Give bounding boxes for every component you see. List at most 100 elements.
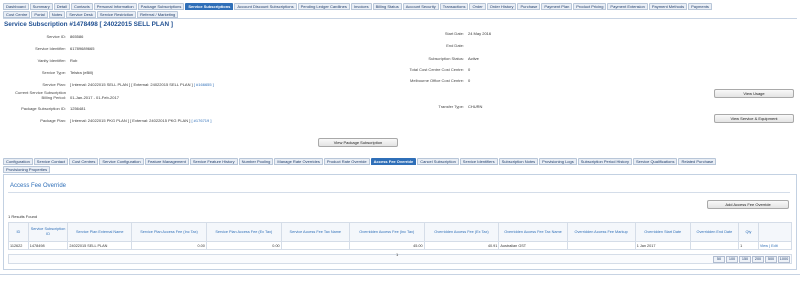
tab-service-subscriptions[interactable]: Service Subscriptions	[185, 3, 234, 10]
row-actions-view-edit[interactable]: View | Edit	[757, 241, 793, 250]
start-date-label: Start Date:	[444, 31, 464, 36]
column-header-overridden-access-fee-ex-tax[interactable]: Overridden Access Fee (Ex Tax)	[423, 222, 500, 242]
tab-contacts[interactable]: Contacts	[70, 3, 93, 10]
tab-order[interactable]: Order	[469, 3, 486, 10]
subtab-service-qualifications[interactable]: Service Qualifications	[633, 158, 678, 165]
service-identifier-value: 61789689665	[70, 46, 95, 51]
tab-portal[interactable]: Portal	[31, 11, 48, 18]
tab-service-restriction[interactable]: Service Restriction	[96, 11, 137, 18]
cell-overridden-access-fee-markup	[566, 241, 636, 250]
service-plan-value: [ Internal: 24022015 SELL PLAN ] [ Exter…	[70, 82, 214, 87]
view-service-equipment-button[interactable]: View Service & Equipment	[714, 114, 794, 123]
subtab-number-pooling[interactable]: Number Pooling	[238, 158, 274, 165]
billing-period-value: 01-Jan-2017 - 01-Feb-2017	[70, 95, 119, 100]
subscription-status-value: Active	[468, 56, 479, 61]
subtab-service-feature-history[interactable]: Service Feature History	[189, 158, 238, 165]
tab-cost-centre[interactable]: Cost Centre	[3, 11, 31, 18]
subtab-configuration[interactable]: Configuration	[3, 158, 33, 165]
package-plan-link[interactable]: [ #176719 ]	[191, 118, 211, 123]
view-usage-button[interactable]: View Usage	[714, 89, 794, 98]
vanity-identifier-label: Vanity Identifier:	[37, 58, 66, 63]
tab-purchase[interactable]: Purchase	[517, 3, 541, 10]
subtab-access-fee-override[interactable]: Access Fee Override	[370, 158, 417, 165]
subtab-related-purchase[interactable]: Related Purchase	[678, 158, 717, 165]
tab-order-history[interactable]: Order History	[486, 3, 517, 10]
cell-qty: 1	[738, 241, 759, 250]
page-size-150[interactable]: 150	[739, 256, 751, 263]
cell-overridden-access-fee-tax-name: Australian GST	[498, 241, 568, 250]
pager-current-page[interactable]: 1	[396, 252, 398, 257]
service-type-label: Service Type:	[41, 70, 66, 75]
cell-id: 112622	[8, 241, 29, 250]
melbourne-cost-centre-value: 0	[468, 78, 471, 83]
tab-payment-plan[interactable]: Payment Plan	[541, 3, 573, 10]
column-header-service-plan-external-name[interactable]: Service Plan External Name	[67, 222, 133, 242]
tab-account-security[interactable]: Account Security	[402, 3, 439, 10]
service-plan-link[interactable]: [ #166655 ]	[194, 82, 214, 87]
tab-service-desk[interactable]: Service Desk	[66, 11, 96, 18]
subtab-feature-management[interactable]: Feature Management	[144, 158, 189, 165]
tab-package-subscriptions[interactable]: Package Subscriptions	[137, 3, 185, 10]
page-size-50[interactable]: 50	[713, 256, 725, 263]
tab-personal-information[interactable]: Personal Information	[93, 3, 137, 10]
page-size-200[interactable]: 200	[752, 256, 764, 263]
subtab-service-identifiers[interactable]: Service Identifiers	[459, 158, 498, 165]
column-header-service-access-fee-tax-name[interactable]: Service Access Fee Tax Name	[280, 222, 350, 242]
view-package-subscription-button[interactable]: View Package Subscription	[318, 138, 398, 147]
telstra-cost-centre-value: 0	[468, 67, 471, 72]
service-type-value: Telstra (eBill)	[70, 70, 94, 75]
tab-summary[interactable]: Summary	[29, 3, 53, 10]
column-header-overridden-access-fee-inc-tax[interactable]: Overridden Access Fee (Inc Tax)	[348, 222, 425, 242]
tab-product-pricing[interactable]: Product Pricing	[573, 3, 607, 10]
column-header-actions	[757, 222, 793, 242]
transfer-type-label: Transfer Type:	[438, 104, 464, 109]
column-header-id[interactable]: ID	[8, 222, 29, 242]
subtab-cost-centres[interactable]: Cost Centres	[69, 158, 99, 165]
tab-dashboard[interactable]: Dashboard	[3, 3, 29, 10]
override-table: ID Service Subscription ID Service Plan Ex…	[8, 222, 793, 250]
subtab-service-configuration[interactable]: Service Configuration	[99, 158, 144, 165]
column-header-overridden-access-fee-markup[interactable]: Overridden Access Fee Markup	[566, 222, 636, 242]
subtab-service-contact[interactable]: Service Contact	[33, 158, 69, 165]
subscription-tabs: Configuration Service Contact Cost Centres…	[3, 158, 797, 165]
transfer-type-value: CHURN	[468, 104, 483, 109]
service-plan-internal: [ Internal: 24022015 SELL PLAN ]	[70, 82, 131, 87]
subtab-manage-rate-overrides[interactable]: Manage Rate Overrides	[274, 158, 323, 165]
subtab-provisioning-properties[interactable]: Provisioning Properties	[3, 166, 51, 173]
column-header-overridden-end-date[interactable]: Overridden End Date	[689, 222, 740, 242]
tab-payment-extension[interactable]: Payment Extension	[607, 3, 648, 10]
column-header-qty[interactable]: Qty	[738, 222, 759, 242]
tab-notes[interactable]: Notes	[48, 11, 66, 18]
column-header-overridden-access-fee-tax-name[interactable]: Overridden Access Fee Tax Name	[498, 222, 568, 242]
package-subscription-id-value: 1256481	[70, 106, 86, 111]
subtab-cancel-subscription[interactable]: Cancel Subscription	[417, 158, 459, 165]
tab-transactions[interactable]: Transactions	[439, 3, 469, 10]
tab-payments[interactable]: Payments	[688, 3, 712, 10]
service-id-label: Service ID:	[46, 34, 66, 39]
tab-account-discount-subscriptions[interactable]: Account Discount Subscriptions	[234, 3, 297, 10]
tab-payment-methods[interactable]: Payment Methods	[648, 3, 688, 10]
column-header-service-plan-access-fee-inc-tax[interactable]: Service Plan Access Fee (Inc Tax)	[131, 222, 207, 242]
tab-pending-ledger-cardlines[interactable]: Pending Ledger Cardlines	[297, 3, 350, 10]
subscription-tabs-secondary: Provisioning Properties	[3, 166, 797, 173]
start-date-value: 24 May 2016	[468, 31, 492, 36]
subtab-product-rate-override[interactable]: Product Rate Override	[323, 158, 370, 165]
cell-service-plan-external-name: 24022015 SELL PLAN	[67, 241, 133, 250]
subtab-subscription-notes[interactable]: Subscription Notes	[498, 158, 539, 165]
column-header-service-subscription-id[interactable]: Service Subscription ID	[27, 222, 69, 242]
column-header-overridden-start-date[interactable]: Overridden Start Date	[634, 222, 691, 242]
column-header-service-plan-access-fee-ex-tax[interactable]: Service Plan Access Fee (Ex Tax)	[205, 222, 282, 242]
subtab-provisioning-logs[interactable]: Provisioning Logs	[539, 158, 577, 165]
add-access-fee-override-button[interactable]: Add Access Fee Override	[707, 200, 789, 209]
header-divider	[3, 18, 797, 19]
tab-invoices[interactable]: Invoices	[350, 3, 372, 10]
cell-overridden-access-fee-ex-tax: 40.91	[423, 241, 500, 250]
tab-billing-status[interactable]: Billing Status	[372, 3, 402, 10]
tab-referral-marketing[interactable]: Referral / Marketing	[137, 11, 179, 18]
page-size-1000[interactable]: 1000	[778, 256, 790, 263]
subtab-subscription-period-history[interactable]: Subscription Period History	[577, 158, 632, 165]
page-size-100[interactable]: 100	[726, 256, 738, 263]
package-plan-internal: [ Internal: 24022015 PKG PLAN ]	[70, 118, 129, 123]
tab-detail[interactable]: Detail	[53, 3, 70, 10]
page-size-500[interactable]: 500	[765, 256, 777, 263]
